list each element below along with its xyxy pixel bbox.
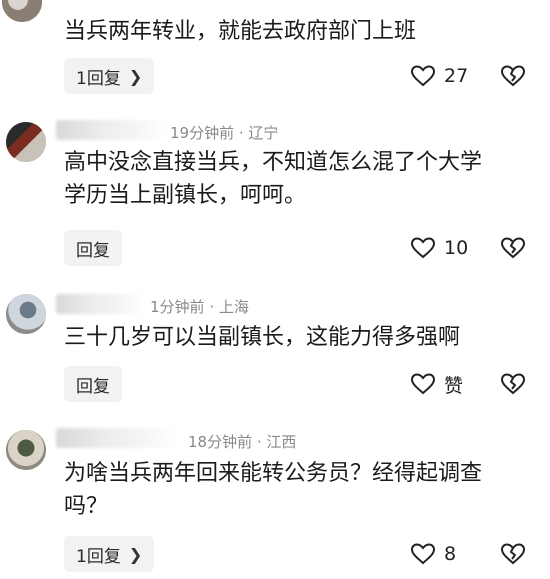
comment-meta: 1分钟前 · 上海: [150, 296, 249, 317]
like-label: 赞: [444, 374, 464, 397]
comment-time: 1分钟前: [150, 298, 205, 316]
like-count: 27: [444, 65, 469, 87]
like-count: 10: [444, 237, 469, 259]
reply-label: 1回复: [76, 546, 121, 567]
like-button[interactable]: 8: [410, 536, 456, 572]
chevron-right-icon: ❯: [128, 544, 143, 564]
meta-separator: ·: [234, 124, 249, 142]
username-blurred[interactable]: [56, 120, 166, 140]
avatar[interactable]: [6, 430, 46, 470]
heart-outline-icon: [410, 373, 436, 395]
heart-outline-icon: [410, 543, 436, 565]
broken-heart-icon: [500, 237, 526, 259]
like-button[interactable]: 10: [410, 230, 468, 266]
chevron-right-icon: ❯: [128, 66, 143, 86]
comment-text: 为啥当兵两年回来能转公务员？经得起调查 吗？: [64, 461, 483, 519]
comment-item: 1分钟前 · 上海 三十几岁可以当副镇长，这能力得多强啊 回复 赞: [0, 294, 550, 414]
comment-item: 当兵两年转业，就能去政府部门上班 1回复 ❯ 27: [0, 0, 550, 100]
username-blurred[interactable]: [56, 294, 146, 314]
like-button[interactable]: 赞: [410, 366, 463, 402]
avatar[interactable]: [6, 122, 46, 162]
broken-heart-icon: [500, 543, 526, 565]
comment-time: 19分钟前: [170, 124, 235, 142]
avatar[interactable]: [6, 294, 46, 334]
comment-location: 江西: [266, 433, 297, 451]
meta-separator: ·: [204, 298, 219, 316]
reply-label: 回复: [76, 240, 110, 261]
broken-heart-icon: [500, 373, 526, 395]
heart-outline-icon: [410, 237, 436, 259]
reply-button[interactable]: 1回复 ❯: [64, 58, 155, 94]
heart-outline-icon: [410, 65, 436, 87]
comment-meta: 19分钟前 · 辽宁: [170, 122, 278, 143]
comment-time: 18分钟前: [188, 433, 253, 451]
like-count: 8: [444, 543, 457, 565]
dislike-button[interactable]: [500, 230, 526, 266]
reply-label: 1回复: [76, 68, 121, 89]
comment-text: 三十几岁可以当副镇长，这能力得多强啊: [64, 325, 461, 350]
like-button[interactable]: 27: [410, 58, 468, 94]
dislike-button[interactable]: [500, 536, 526, 572]
reply-label: 回复: [76, 376, 110, 397]
dislike-button[interactable]: [500, 366, 526, 402]
comment-text: 高中没念直接当兵，不知道怎么混了个大学 学历当上副镇长，呵呵。: [64, 150, 483, 208]
comment-location: 上海: [218, 298, 249, 316]
broken-heart-icon: [500, 65, 526, 87]
avatar[interactable]: [2, 0, 42, 22]
meta-separator: ·: [252, 433, 267, 451]
comment-item: 19分钟前 · 辽宁 高中没念直接当兵，不知道怎么混了个大学 学历当上副镇长，呵…: [0, 118, 550, 278]
comment-text: 当兵两年转业，就能去政府部门上班: [64, 19, 417, 44]
reply-button[interactable]: 回复: [64, 230, 122, 266]
comment-location: 辽宁: [248, 124, 279, 142]
reply-button[interactable]: 1回复 ❯: [64, 536, 155, 572]
comment-meta: 18分钟前 · 江西: [188, 431, 296, 452]
dislike-button[interactable]: [500, 58, 526, 94]
reply-button[interactable]: 回复: [64, 366, 122, 402]
comment-item: 18分钟前 · 江西 为啥当兵两年回来能转公务员？经得起调查 吗？ 1回复 ❯ …: [0, 428, 550, 579]
username-blurred[interactable]: [56, 428, 176, 448]
